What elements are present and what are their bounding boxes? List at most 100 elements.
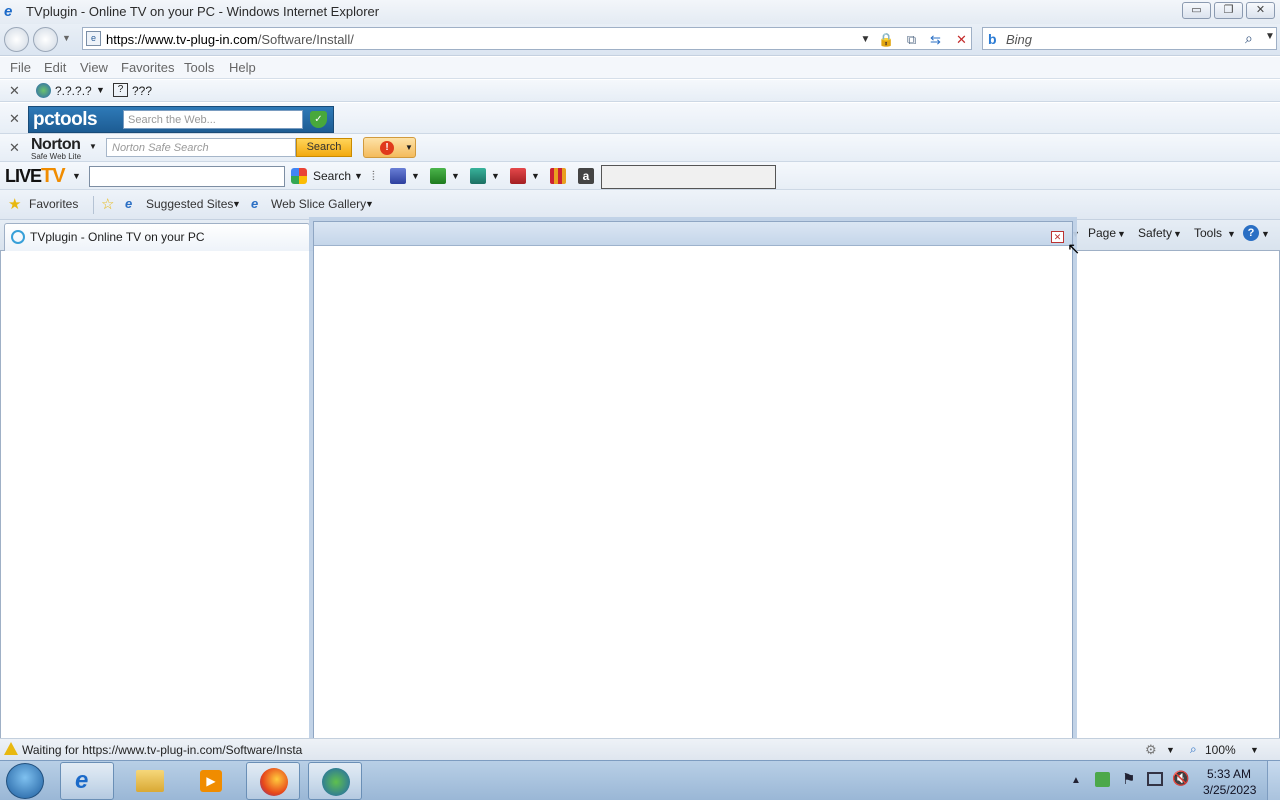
restore-button[interactable]: ❐	[1214, 2, 1243, 19]
volume-muted-icon[interactable]: 🔇	[1172, 770, 1189, 787]
chevron-down-icon[interactable]: ▼	[1261, 229, 1270, 239]
clock-date[interactable]: 3/25/2023	[1203, 783, 1256, 797]
livetv-logo[interactable]: LIVETV	[5, 165, 66, 188]
stop-icon[interactable]: ✕	[953, 31, 970, 48]
dropdown-icon[interactable]: ▼	[451, 171, 460, 181]
chevron-down-icon[interactable]: ▼	[1227, 229, 1236, 239]
dropdown-icon[interactable]: ▼	[531, 171, 540, 181]
taskbar-app-button[interactable]	[308, 762, 362, 800]
livetv-search-button[interactable]: Search	[313, 169, 351, 183]
popup-close-icon[interactable]: ✕	[1051, 231, 1064, 243]
menu-view[interactable]: View	[80, 60, 108, 75]
popup-title-bar[interactable]: ✕	[314, 222, 1072, 246]
show-desktop-button[interactable]	[1267, 761, 1280, 800]
forward-button[interactable]	[33, 27, 58, 52]
tray-app-icon[interactable]	[1095, 772, 1110, 787]
chevron-down-icon[interactable]: ▼	[1166, 745, 1175, 755]
toolbar-label[interactable]: ?.?.?.?	[55, 84, 92, 98]
chevron-down-icon[interactable]: ▼	[1173, 229, 1182, 239]
ie-page-icon: e	[125, 196, 133, 211]
refresh-icon[interactable]: ⇆	[927, 31, 944, 48]
show-hidden-icons-icon[interactable]: ▲	[1071, 775, 1081, 786]
search-dropdown-icon[interactable]: ▼	[354, 171, 363, 181]
close-toolbar-icon[interactable]: ✕	[9, 111, 20, 127]
norton-search-input[interactable]: Norton Safe Search	[106, 138, 296, 157]
close-toolbar-icon[interactable]: ✕	[9, 83, 20, 99]
folder-icon	[136, 770, 164, 792]
amazon-icon[interactable]: a	[578, 168, 594, 184]
compatibility-view-icon[interactable]: ⧉	[903, 31, 920, 48]
favorites-star-icon: ★	[8, 196, 22, 213]
close-toolbar-icon[interactable]: ✕	[9, 140, 20, 156]
web-slice-gallery-link[interactable]: Web Slice Gallery	[271, 197, 366, 211]
close-window-button[interactable]: ✕	[1246, 2, 1275, 19]
taskbar-explorer-button[interactable]	[122, 762, 176, 800]
dropdown-icon: ▼	[405, 143, 413, 152]
address-dropdown-icon[interactable]: ▼	[857, 31, 874, 48]
menu-file[interactable]: File	[10, 60, 31, 75]
norton-dropdown-icon[interactable]: ▼	[89, 142, 97, 151]
network-icon[interactable]	[1147, 772, 1163, 786]
help-icon[interactable]: ?	[1243, 225, 1259, 241]
shield-icon[interactable]: ✓	[310, 111, 327, 128]
page-menu-button[interactable]: Page	[1088, 226, 1116, 240]
action-center-flag-icon[interactable]: ⚑	[1122, 770, 1135, 788]
favorites-button[interactable]: Favorites	[29, 197, 78, 211]
recent-pages-dropdown-icon[interactable]: ▼	[62, 33, 71, 43]
taskbar-media-player-button[interactable]: ▶	[184, 762, 238, 800]
zoom-icon[interactable]: ⌕	[1190, 742, 1197, 757]
clock-time[interactable]: 5:33 AM	[1207, 767, 1251, 781]
zoom-level[interactable]: 100%	[1205, 743, 1236, 757]
menu-favorites[interactable]: Favorites	[121, 60, 174, 75]
search-options-dropdown-icon[interactable]: ▼	[1265, 31, 1275, 42]
taskbar-firefox-button[interactable]	[246, 762, 300, 800]
norton-alert-button[interactable]: ! ▼	[363, 137, 416, 158]
back-button[interactable]	[4, 27, 29, 52]
dropdown-icon[interactable]: ▼	[491, 171, 500, 181]
taskbar-ie-button[interactable]: e	[60, 762, 114, 800]
tv-blue-icon[interactable]	[390, 168, 406, 184]
tv-red-icon[interactable]	[510, 168, 526, 184]
menu-help[interactable]: Help	[229, 60, 256, 75]
search-icon[interactable]: ⌕	[286, 110, 293, 126]
livetv-dropdown-icon[interactable]: ▼	[72, 171, 81, 181]
start-button[interactable]	[6, 763, 44, 799]
tv-green-icon[interactable]	[430, 168, 446, 184]
status-text: Waiting for https://www.tv-plug-in.com/S…	[22, 743, 303, 757]
address-bar[interactable]: e https://www.tv-plug-in.com/Software/In…	[82, 27, 972, 50]
pctools-search-input[interactable]: Search the Web...	[123, 110, 303, 129]
suggested-sites-link[interactable]: Suggested Sites	[146, 197, 233, 211]
pctools-toolbar: ✕ pctools Search the Web... ⌕ ✓	[0, 103, 1280, 134]
tab-tvplugin[interactable]: TVplugin - Online TV on your PC	[4, 223, 310, 251]
pctools-logo[interactable]: pctools	[33, 109, 98, 131]
search-icon[interactable]: ⌕	[1245, 30, 1253, 47]
toolbar-dropdown-icon[interactable]: ▼	[96, 85, 105, 95]
tools-menu-button[interactable]: Tools	[1194, 226, 1222, 240]
popup-window[interactable]: ✕	[313, 221, 1073, 761]
address-url[interactable]: https://www.tv-plug-in.com/Software/Inst…	[106, 32, 354, 47]
mouse-cursor-icon: ↖	[1067, 241, 1081, 258]
add-favorite-icon[interactable]: ☆	[101, 195, 114, 213]
livetv-search-input[interactable]	[89, 166, 285, 187]
chevron-down-icon[interactable]: ▼	[232, 199, 241, 209]
calculator-icon[interactable]	[550, 168, 566, 184]
minimize-button[interactable]: ▭	[1182, 2, 1211, 19]
loading-icon	[11, 230, 25, 244]
livetv-secondary-input[interactable]	[601, 165, 776, 189]
safety-menu-button[interactable]: Safety	[1138, 226, 1172, 240]
chevron-down-icon[interactable]: ▼	[365, 199, 374, 209]
chevron-down-icon[interactable]: ▼	[1250, 745, 1259, 755]
tv-teal-icon[interactable]	[470, 168, 486, 184]
menu-edit[interactable]: Edit	[44, 60, 66, 75]
dropdown-icon[interactable]: ▼	[411, 171, 420, 181]
chevron-down-icon[interactable]: ▼	[1117, 229, 1126, 239]
search-input[interactable]: Bing	[1006, 32, 1032, 47]
search-box[interactable]: b Bing ⌕ ▼	[982, 27, 1277, 50]
toolbar-label-2[interactable]: ???	[132, 84, 152, 98]
ie-page-icon: e	[251, 196, 259, 211]
menu-tools[interactable]: Tools	[184, 60, 214, 75]
lock-icon[interactable]: 🔒	[878, 31, 895, 48]
norton-search-button[interactable]: Search	[296, 138, 352, 157]
status-bar: Waiting for https://www.tv-plug-in.com/S…	[0, 738, 1280, 760]
protected-mode-icon[interactable]: ⚙	[1145, 742, 1157, 758]
